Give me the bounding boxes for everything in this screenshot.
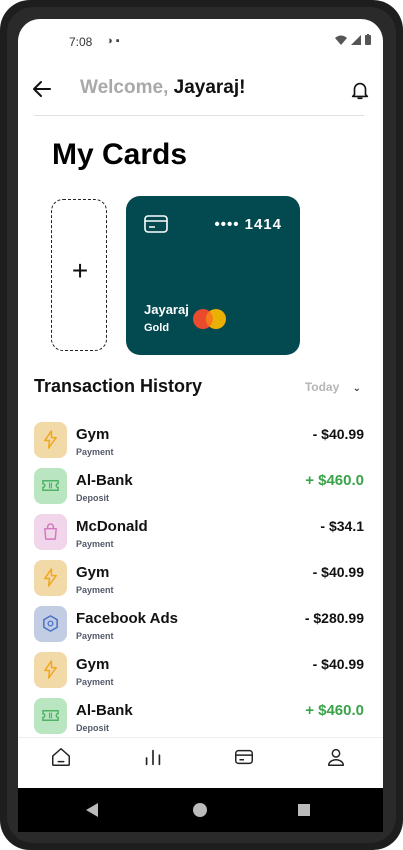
welcome-prefix: Welcome, — [80, 77, 169, 98]
mastercard-logo-icon — [193, 309, 226, 329]
hexagon-icon — [34, 606, 67, 642]
ticket-icon — [34, 698, 67, 734]
transaction-amount: - $40.99 — [312, 426, 364, 442]
system-recents-icon[interactable] — [298, 804, 310, 816]
card-tier: Gold — [144, 322, 170, 334]
bolt-icon — [34, 422, 67, 458]
transaction-row[interactable]: Gym Payment - $40.99 — [18, 560, 383, 606]
transaction-row[interactable]: Gym Payment - $40.99 — [18, 422, 383, 468]
signal-icon — [350, 35, 361, 45]
transaction-type: Payment — [76, 677, 114, 687]
system-icons — [334, 34, 371, 48]
device-frame: 7:08 ◑ ▪ Welcome, Jayaraj! My Cards + ••… — [0, 0, 403, 850]
system-back-icon[interactable] — [86, 803, 98, 817]
chart-icon[interactable] — [142, 746, 164, 768]
transaction-history-title: Transaction History — [34, 376, 203, 396]
transaction-type: Deposit — [76, 723, 110, 733]
transaction-type: Deposit — [76, 493, 110, 503]
back-arrow-icon[interactable] — [30, 77, 54, 101]
card-last4: 1414 — [244, 216, 282, 233]
transaction-name: Al-Bank — [76, 702, 133, 719]
transaction-amount: - $40.99 — [312, 656, 364, 672]
transaction-name: McDonald — [76, 518, 148, 535]
bell-icon[interactable] — [349, 79, 371, 101]
page-title: My Cards — [52, 138, 188, 171]
transaction-amount: - $40.99 — [312, 564, 364, 580]
battery-icon — [365, 34, 371, 45]
history-filter-label: Today — [304, 380, 340, 394]
plus-icon: + — [71, 255, 89, 286]
transaction-name: Gym — [76, 656, 110, 673]
card-masked-digits: •••• — [214, 216, 240, 233]
system-home-icon[interactable] — [193, 803, 207, 817]
transaction-amount: + $460.0 — [305, 702, 364, 719]
history-filter-dropdown[interactable]: Today ⌄ — [305, 380, 361, 394]
header-divider — [34, 115, 364, 116]
transaction-type: Payment — [76, 447, 114, 457]
card-icon — [144, 215, 168, 233]
welcome-greeting: Welcome, Jayaraj! — [80, 77, 245, 99]
transaction-type: Payment — [76, 631, 114, 641]
transaction-name: Gym — [76, 564, 110, 581]
transaction-amount: - $280.99 — [304, 610, 364, 626]
home-icon[interactable] — [50, 746, 72, 768]
transaction-row[interactable]: Facebook Ads Payment - $280.99 — [18, 606, 383, 652]
bottom-navigation — [18, 737, 383, 788]
bank-card[interactable]: •••• 1414 Jayaraj Gold — [126, 196, 300, 355]
transaction-name: Al-Bank — [76, 472, 133, 489]
transaction-amount: + $460.0 — [305, 472, 364, 489]
card-icon[interactable] — [233, 746, 255, 768]
card-holder-name: Jayaraj — [144, 302, 189, 317]
wifi-icon — [334, 35, 347, 45]
transaction-name: Facebook Ads — [76, 610, 178, 627]
android-navigation-bar — [18, 788, 383, 832]
transaction-type: Payment — [76, 539, 114, 549]
app-screen: 7:08 ◑ ▪ Welcome, Jayaraj! My Cards + ••… — [18, 19, 383, 788]
transaction-row[interactable]: Gym Payment - $40.99 — [18, 652, 383, 698]
status-bar: 7:08 ◑ ▪ — [18, 19, 383, 63]
transaction-row[interactable]: Al-Bank Deposit + $460.0 — [18, 468, 383, 514]
status-time: 7:08 — [69, 35, 93, 49]
app-header: Welcome, Jayaraj! — [18, 77, 383, 117]
chevron-down-icon: ⌄ — [352, 383, 361, 394]
transaction-row[interactable]: McDonald Payment - $34.1 — [18, 514, 383, 560]
add-card-button[interactable]: + — [51, 199, 107, 351]
card-number: •••• 1414 — [214, 216, 282, 233]
bag-icon — [34, 514, 67, 550]
transaction-name: Gym — [76, 426, 110, 443]
notification-icons: ◑ ▪ — [106, 35, 120, 47]
transaction-amount: - $34.1 — [320, 518, 364, 534]
transaction-list: Gym Payment - $40.99 Al-Bank Deposit + $… — [18, 422, 383, 744]
ticket-icon — [34, 468, 67, 504]
bolt-icon — [34, 652, 67, 688]
user-name: Jayaraj! — [173, 77, 246, 98]
bolt-icon — [34, 560, 67, 596]
profile-icon[interactable] — [325, 746, 347, 768]
transaction-type: Payment — [76, 585, 114, 595]
